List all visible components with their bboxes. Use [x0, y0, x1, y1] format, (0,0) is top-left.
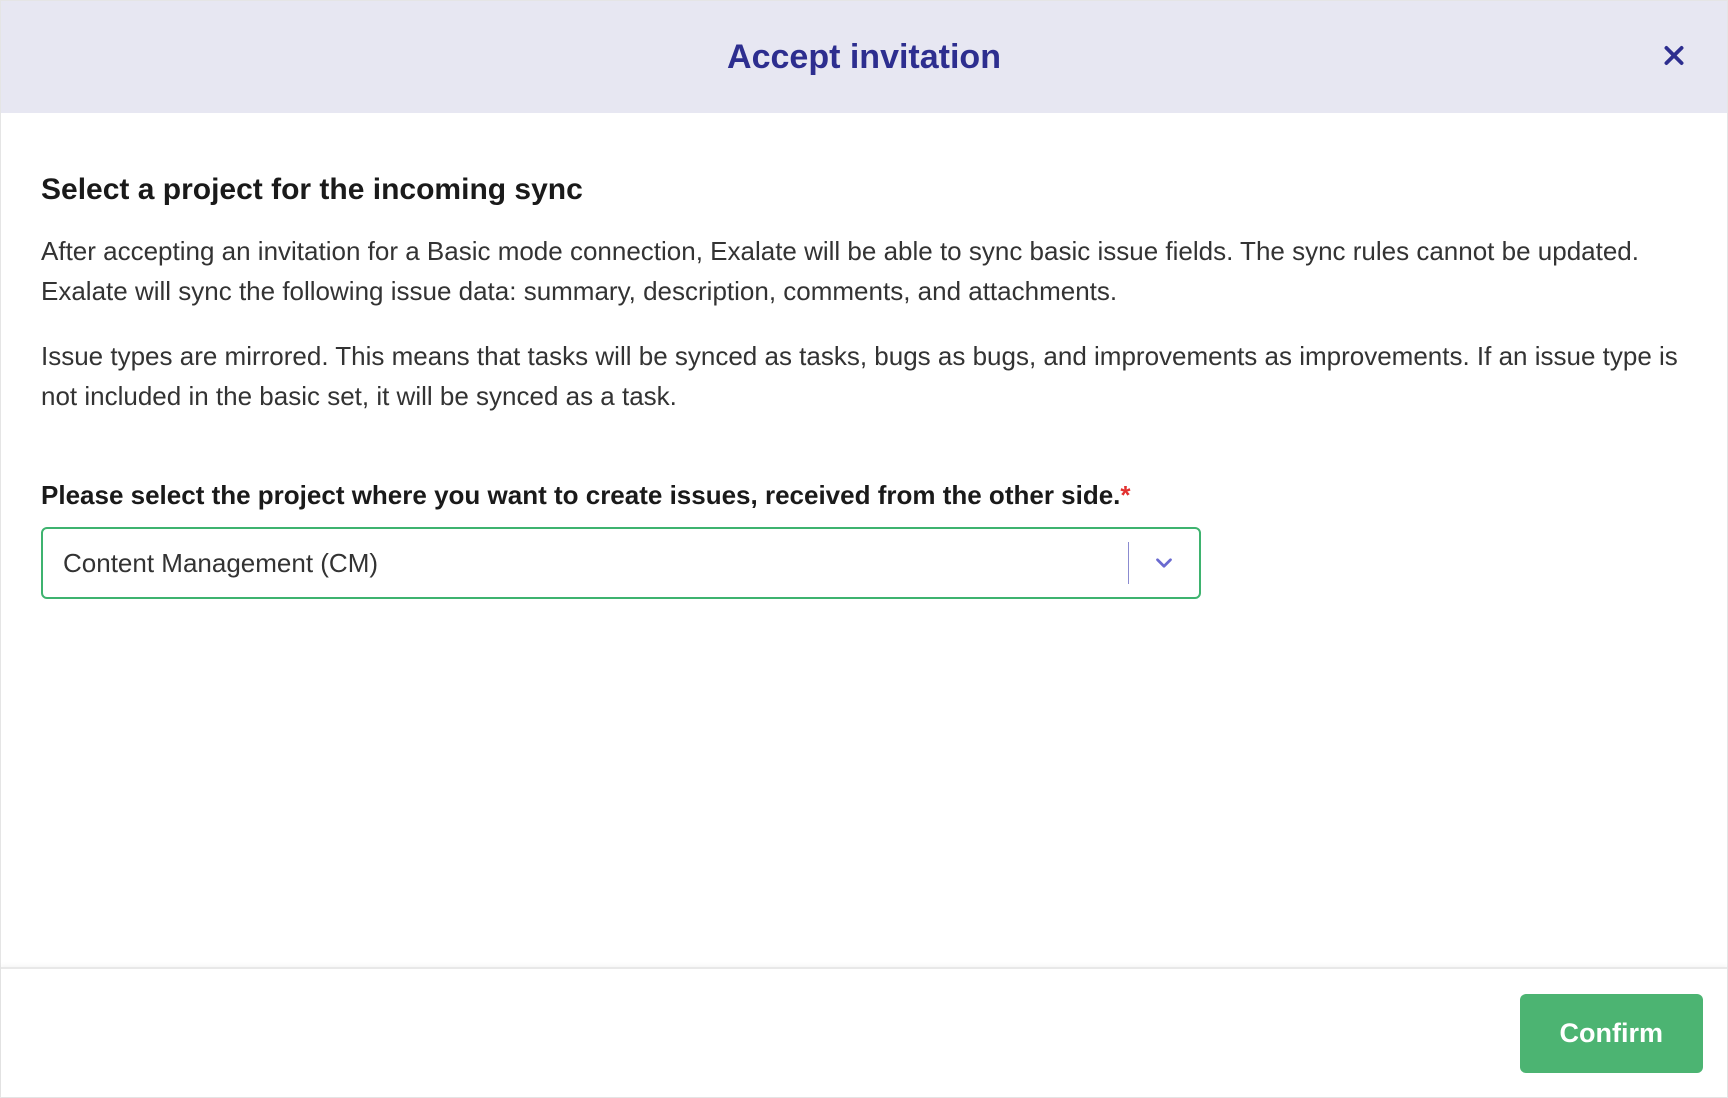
- modal-footer: Confirm: [1, 967, 1727, 1097]
- close-icon: [1661, 43, 1687, 72]
- accept-invitation-modal: Accept invitation Select a project for t…: [0, 0, 1728, 1098]
- description-paragraph-2: Issue types are mirrored. This means tha…: [41, 336, 1687, 417]
- project-select[interactable]: Content Management (CM): [41, 527, 1201, 599]
- project-field-label: Please select the project where you want…: [41, 480, 1687, 511]
- modal-header: Accept invitation: [1, 1, 1727, 113]
- chevron-down-icon: [1129, 550, 1199, 576]
- confirm-button[interactable]: Confirm: [1520, 994, 1704, 1073]
- project-field-label-text: Please select the project where you want…: [41, 480, 1120, 510]
- modal-title: Accept invitation: [727, 38, 1001, 77]
- description-paragraph-1: After accepting an invitation for a Basi…: [41, 231, 1687, 312]
- close-button[interactable]: [1653, 35, 1695, 80]
- modal-body: Select a project for the incoming sync A…: [1, 113, 1727, 967]
- required-asterisk: *: [1120, 480, 1130, 510]
- section-heading: Select a project for the incoming sync: [41, 173, 1687, 207]
- project-select-value: Content Management (CM): [43, 548, 1128, 579]
